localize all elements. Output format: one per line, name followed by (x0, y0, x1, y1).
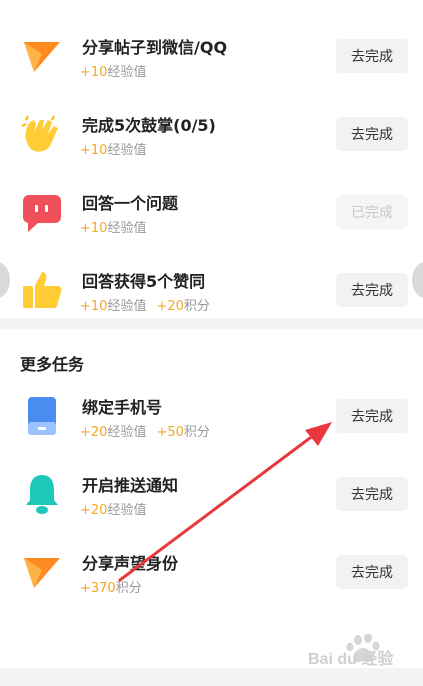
chat-bubble-icon (20, 190, 64, 234)
watermark-logo: Bai du 经验 (306, 634, 406, 668)
task-title: 分享声望身份 (82, 554, 179, 573)
task-row-share-post: 分享帖子到微信/QQ +10经验值 去完成 (0, 22, 423, 100)
go-complete-button[interactable]: 去完成 (336, 117, 408, 151)
phone-icon (20, 394, 64, 438)
go-complete-button[interactable]: 去完成 (336, 399, 408, 433)
go-complete-button[interactable]: 去完成 (336, 477, 408, 511)
task-title: 分享帖子到微信/QQ (82, 38, 228, 57)
section-divider (0, 318, 423, 329)
paper-plane-icon (20, 34, 64, 78)
go-complete-button[interactable]: 去完成 (336, 273, 408, 307)
task-title: 开启推送通知 (82, 476, 179, 495)
paper-plane-icon (20, 550, 64, 594)
task-reward: +370积分 (80, 581, 142, 596)
bottom-band (0, 668, 423, 686)
section-title: 更多任务 (20, 355, 85, 374)
clapping-hands-icon (20, 112, 64, 156)
task-title: 绑定手机号 (82, 398, 163, 417)
bell-icon (20, 472, 64, 516)
task-row-clap: 完成5次鼓掌(0/5) +10经验值 去完成 (0, 100, 423, 178)
task-reward: +10经验值 (80, 221, 147, 236)
thumbs-up-icon (20, 268, 64, 312)
task-title: 完成5次鼓掌(0/5) (82, 116, 216, 135)
task-row-push-notifications: 开启推送通知 +20经验值 去完成 (0, 460, 423, 538)
task-reward: +20经验值 +50积分 (80, 425, 210, 440)
completed-button[interactable]: 已完成 (336, 195, 408, 229)
svg-text:Bai du 经验: Bai du 经验 (308, 649, 394, 668)
task-reward: +10经验值 (80, 143, 147, 158)
task-reward: +10经验值 +20积分 (80, 299, 210, 314)
task-row-answer-question: 回答一个问题 +10经验值 已完成 (0, 178, 423, 256)
task-reward: +10经验值 (80, 65, 147, 80)
task-title: 回答一个问题 (82, 194, 179, 213)
task-title: 回答获得5个赞同 (82, 272, 206, 291)
task-row-bind-phone: 绑定手机号 +20经验值 +50积分 去完成 (0, 382, 423, 460)
go-complete-button[interactable]: 去完成 (336, 39, 408, 73)
task-row-share-identity: 分享声望身份 +370积分 去完成 (0, 538, 423, 616)
task-reward: +20经验值 (80, 503, 147, 518)
go-complete-button[interactable]: 去完成 (336, 555, 408, 589)
